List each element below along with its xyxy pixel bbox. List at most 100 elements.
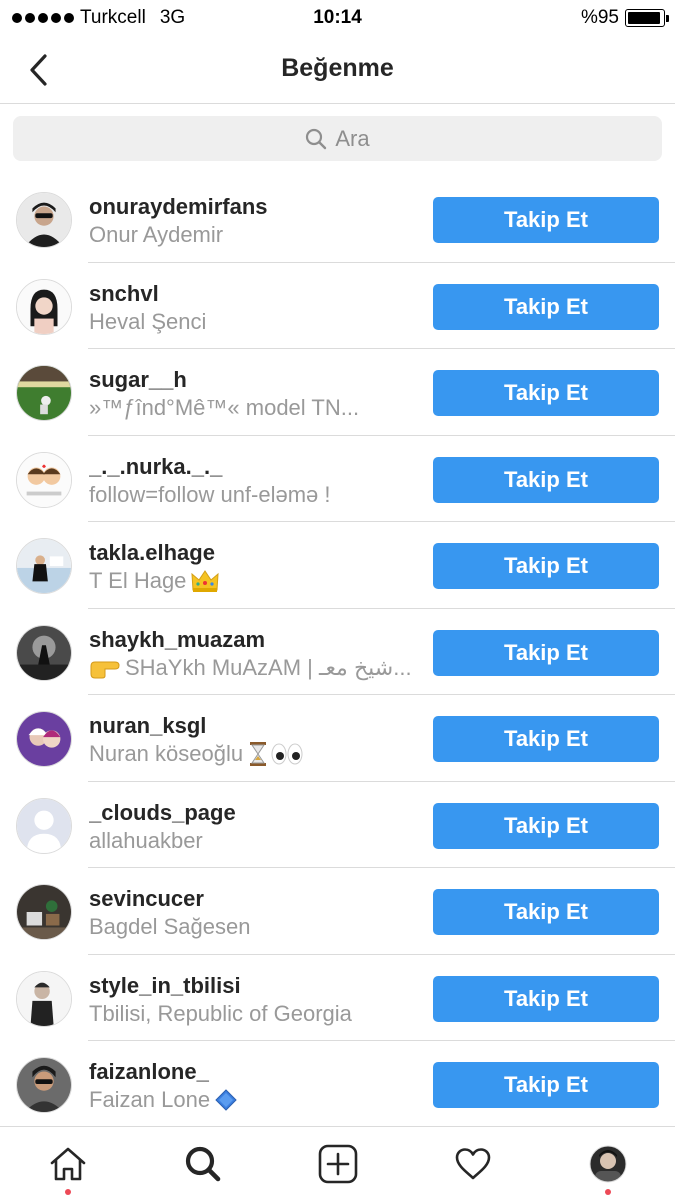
user-text: shaykh_muazam SHaYkh MuAzAM | شيخ معـ... <box>89 626 419 682</box>
user-row[interactable]: onuraydemirfans Onur Aydemir Takip Et <box>0 176 675 263</box>
full-name-text: Bagdel Sağesen <box>89 914 251 939</box>
user-text: _._.nurka._._ follow=follow unf-eləmə ! <box>89 453 419 509</box>
user-row[interactable]: sevincucer Bagdel Sağesen Takip Et <box>0 868 675 955</box>
username[interactable]: nuran_ksgl <box>89 712 419 740</box>
user-avatar[interactable] <box>16 1057 72 1113</box>
search-input[interactable]: Ara <box>13 116 662 161</box>
user-avatar[interactable] <box>16 797 72 854</box>
follow-button[interactable]: Takip Et <box>433 543 659 589</box>
follow-button[interactable]: Takip Et <box>433 283 659 330</box>
user-row[interactable]: takla.elhage T El Hage Takip Et <box>0 522 675 609</box>
follow-button[interactable]: Takip Et <box>433 889 659 935</box>
status-right: %95 <box>580 7 669 29</box>
username[interactable]: onuraydemirfans <box>89 193 419 221</box>
username[interactable]: _clouds_page <box>89 799 419 827</box>
heart-icon <box>455 1148 490 1180</box>
follow-button[interactable]: Takip Et <box>433 197 659 243</box>
full-name: T El Hage <box>89 567 419 595</box>
full-name: SHaYkh MuAzAM | شيخ معـ... <box>89 654 419 682</box>
tab-home[interactable] <box>0 1127 135 1200</box>
user-row[interactable]: style_in_tbilisi Tbilisi, Republic of Ge… <box>0 955 675 1041</box>
full-name-text: Onur Aydemir <box>89 222 224 247</box>
battery-fill <box>628 12 661 24</box>
user-avatar[interactable] <box>16 884 72 940</box>
tab-activity[interactable] <box>405 1127 540 1200</box>
user-avatar[interactable] <box>16 451 72 508</box>
username[interactable]: sevincucer <box>89 885 419 913</box>
profile-avatar <box>589 1145 626 1183</box>
user-row[interactable]: faizanlone_ Faizan Lone Takip Et <box>0 1041 675 1128</box>
full-name: Tbilisi, Republic of Georgia <box>89 1000 419 1028</box>
follow-button[interactable]: Takip Et <box>433 370 659 416</box>
username[interactable]: shaykh_muazam <box>89 626 419 654</box>
tab-profile[interactable] <box>540 1127 675 1200</box>
add-post-icon <box>318 1144 357 1184</box>
username[interactable]: style_in_tbilisi <box>89 972 419 1000</box>
user-text: faizanlone_ Faizan Lone <box>89 1058 419 1114</box>
follow-button[interactable]: Takip Et <box>433 629 659 676</box>
full-name-text: Tbilisi, Republic of Georgia <box>89 1000 352 1026</box>
user-text: takla.elhage T El Hage <box>89 539 419 595</box>
user-row[interactable]: _clouds_page allahuakber Takip Et <box>0 782 675 868</box>
follow-button[interactable]: Takip Et <box>433 802 659 849</box>
username[interactable]: _._.nurka._._ <box>89 453 419 481</box>
full-name: follow=follow unf-eləmə ! <box>89 481 419 509</box>
battery-percent: %95 <box>580 7 619 28</box>
full-name: Nuran köseoğlu <box>89 740 419 768</box>
user-text: nuran_ksgl Nuran köseoğlu <box>89 712 419 768</box>
search-icon <box>185 1146 220 1182</box>
full-name-text: Nuran köseoğlu <box>89 741 244 766</box>
username[interactable]: snchvl <box>89 280 419 308</box>
tab-bar <box>0 1126 675 1200</box>
full-name-text: Heval Şenci <box>89 308 207 334</box>
search-icon <box>306 128 327 149</box>
search-placeholder: Ara <box>335 125 370 151</box>
user-avatar[interactable] <box>16 192 72 248</box>
follow-button[interactable]: Takip Et <box>433 456 659 503</box>
user-row[interactable]: _._.nurka._._ follow=follow unf-eləmə ! … <box>0 436 675 522</box>
user-row[interactable]: nuran_ksgl Nuran köseoğlu Takip Et <box>0 695 675 782</box>
nav-header: Beğenme <box>0 36 675 104</box>
hourglass-eyes-emoji <box>247 741 303 767</box>
user-text: sugar__h »™ƒînd°Mê™« model TN... <box>89 366 419 422</box>
full-name-text: Faizan Lone <box>89 1087 211 1112</box>
crown-emoji <box>190 568 220 594</box>
full-name: allahuakber <box>89 827 419 855</box>
username[interactable]: faizanlone_ <box>89 1058 419 1086</box>
user-row[interactable]: sugar__h »™ƒînd°Mê™« model TN... Takip E… <box>0 349 675 436</box>
user-row[interactable]: shaykh_muazam SHaYkh MuAzAM | شيخ معـ...… <box>0 609 675 695</box>
full-name: Bagdel Sağesen <box>89 913 419 941</box>
user-text: snchvl Heval Şenci <box>89 280 419 336</box>
home-notification-dot <box>64 1189 71 1195</box>
user-text: style_in_tbilisi Tbilisi, Republic of Ge… <box>89 972 419 1028</box>
full-name-text: follow=follow unf-eləmə ! <box>89 481 331 507</box>
user-avatar[interactable] <box>16 711 72 767</box>
user-text: _clouds_page allahuakber <box>89 799 419 855</box>
full-name-text: T El Hage <box>89 568 187 593</box>
full-name: Onur Aydemir <box>89 221 419 249</box>
user-row[interactable]: snchvl Heval Şenci Takip Et <box>0 263 675 349</box>
tab-search[interactable] <box>135 1127 270 1200</box>
home-icon <box>50 1147 85 1181</box>
user-avatar[interactable] <box>16 365 72 421</box>
user-avatar[interactable] <box>16 278 72 335</box>
full-name-text: SHaYkh MuAzAM | شيخ معـ... <box>125 654 412 680</box>
follow-button[interactable]: Takip Et <box>433 716 659 762</box>
full-name: Faizan Lone <box>89 1086 419 1114</box>
username[interactable]: takla.elhage <box>89 539 419 567</box>
user-avatar[interactable] <box>16 538 72 594</box>
pointing-hand-emoji <box>89 656 121 680</box>
full-name-text: allahuakber <box>89 827 203 853</box>
follow-button[interactable]: Takip Et <box>433 975 659 1022</box>
profile-notification-dot <box>604 1189 611 1195</box>
tab-add-post[interactable] <box>270 1127 405 1200</box>
username[interactable]: sugar__h <box>89 366 419 394</box>
user-avatar[interactable] <box>16 624 72 681</box>
follow-button[interactable]: Takip Et <box>433 1062 659 1108</box>
full-name-text: »™ƒînd°Mê™« model TN... <box>89 395 360 420</box>
user-text: sevincucer Bagdel Sağesen <box>89 885 419 941</box>
full-name: Heval Şenci <box>89 308 419 336</box>
likers-list: onuraydemirfans Onur Aydemir Takip Et sn… <box>0 176 675 1128</box>
user-avatar[interactable] <box>16 970 72 1027</box>
blue-diamond-emoji <box>214 1088 238 1112</box>
